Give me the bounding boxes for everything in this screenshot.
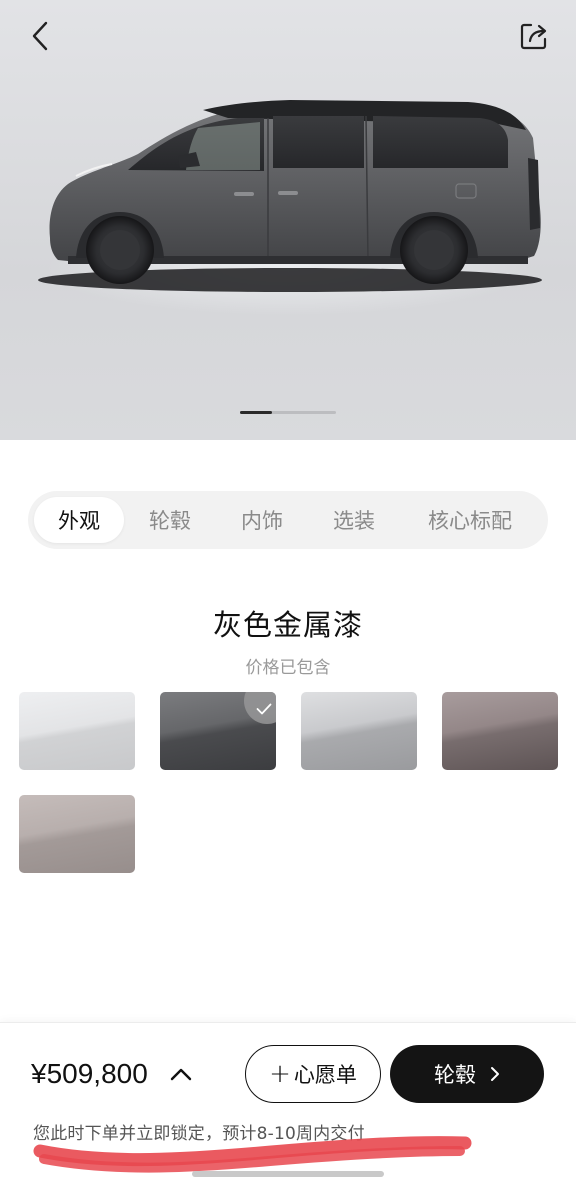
bottom-bar: ¥509,800 + 心愿单 轮毂 您此时下单并立即锁定，预计8-10周内交付	[0, 1022, 576, 1188]
wishlist-label: 心愿单	[293, 1063, 357, 1087]
chevron-left-icon	[32, 21, 48, 51]
next-step-label: 轮毂	[434, 1063, 476, 1087]
total-price: ¥509,800	[31, 1058, 148, 1089]
wishlist-button[interactable]: + 心愿单	[245, 1045, 381, 1103]
plus-icon: +	[269, 1059, 291, 1089]
tab-core-features[interactable]: 核心标配	[400, 497, 540, 543]
chevron-up-icon	[170, 1068, 192, 1081]
checkmark-icon	[256, 703, 272, 715]
tab-wheels[interactable]: 轮毂	[124, 497, 216, 543]
gallery-pager	[240, 411, 336, 414]
share-icon	[520, 23, 547, 50]
next-step-button[interactable]: 轮毂	[390, 1045, 544, 1103]
tab-exterior[interactable]: 外观	[34, 497, 124, 543]
car-gallery[interactable]	[0, 0, 576, 440]
color-swatch-light-silver[interactable]	[19, 692, 135, 770]
chevron-right-icon	[491, 1067, 499, 1081]
color-swatch-gray-metallic[interactable]	[160, 692, 276, 770]
home-indicator	[192, 1171, 384, 1177]
back-button[interactable]	[18, 14, 62, 58]
price-detail-toggle[interactable]	[166, 1059, 196, 1089]
selected-check-badge	[244, 692, 276, 724]
share-button[interactable]	[512, 14, 556, 58]
color-swatch-mauve-brown[interactable]	[442, 692, 558, 770]
color-swatch-silver[interactable]	[301, 692, 417, 770]
color-swatch-rose-gray[interactable]	[19, 795, 135, 873]
selected-color-name: 灰色金属漆	[212, 608, 363, 642]
tab-options[interactable]: 选装	[308, 497, 400, 543]
color-price-note: 价格已包含	[245, 658, 331, 678]
config-tabs: 外观 轮毂 内饰 选装 核心标配	[28, 491, 548, 549]
pager-active-indicator	[240, 411, 272, 414]
tab-interior[interactable]: 内饰	[216, 497, 308, 543]
car-image	[38, 100, 542, 292]
